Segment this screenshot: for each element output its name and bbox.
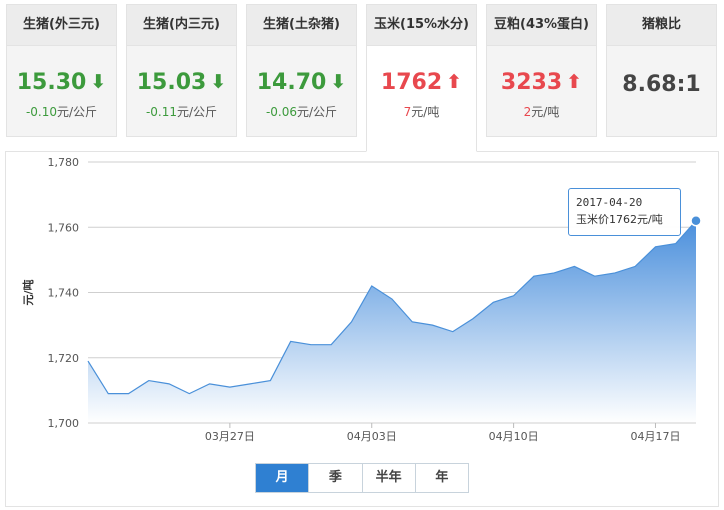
price-card[interactable]: 生猪(内三元) 15.03 ⬇ -0.11元/公斤 — [126, 4, 237, 137]
card-title: 生猪(土杂猪) — [247, 5, 356, 46]
change-unit: 元/公斤 — [297, 105, 338, 119]
x-tick-label: 04月03日 — [347, 430, 397, 443]
card-title: 生猪(内三元) — [127, 5, 236, 46]
arrow-down-icon: ⬇ — [330, 71, 347, 93]
card-change: -0.10元/公斤 — [7, 103, 116, 120]
card-price: 14.70 — [256, 70, 327, 95]
price-card[interactable]: 生猪(土杂猪) 14.70 ⬇ -0.06元/公斤 — [246, 4, 357, 137]
range-tab[interactable]: 年 — [416, 464, 468, 492]
range-tabs: 月季半年年 — [255, 463, 469, 493]
chart-tooltip: 2017-04-20 玉米价1762元/吨 — [568, 188, 681, 236]
card-value-row: 8.68:1 — [607, 72, 716, 97]
card-title: 豆粕(43%蛋白) — [487, 5, 596, 46]
card-title: 玉米(15%水分) — [367, 5, 476, 46]
x-tick-label: 03月27日 — [205, 430, 255, 443]
card-title: 生猪(外三元) — [7, 5, 116, 46]
y-tick-label: 1,740 — [48, 287, 80, 300]
change-unit: 元/公斤 — [177, 105, 218, 119]
range-tab[interactable]: 半年 — [363, 464, 416, 492]
card-change: -0.11元/公斤 — [127, 103, 236, 120]
price-card[interactable]: 豆粕(43%蛋白) 3233 ⬆ 2元/吨 — [486, 4, 597, 137]
card-change: 7元/吨 — [367, 103, 476, 120]
price-card[interactable]: 猪粮比 8.68:1 — [606, 4, 717, 137]
y-tick-label: 1,700 — [48, 417, 80, 430]
card-price: 15.03 — [136, 70, 207, 95]
card-price: 3233 — [500, 70, 563, 95]
card-change: -0.06元/公斤 — [247, 103, 356, 120]
card-value-row: 3233 ⬆ — [487, 70, 596, 95]
change-unit: 元/吨 — [531, 105, 560, 119]
card-value-row: 14.70 ⬇ — [247, 70, 356, 95]
range-tab[interactable]: 月 — [256, 464, 310, 492]
card-price: 15.30 — [16, 70, 87, 95]
arrow-down-icon: ⬇ — [90, 71, 107, 93]
card-price: 8.68:1 — [622, 72, 701, 97]
series-area — [88, 220, 696, 423]
y-tick-label: 1,720 — [48, 352, 80, 365]
tooltip-text: 玉米价1762元/吨 — [576, 213, 663, 226]
price-card[interactable]: 生猪(外三元) 15.30 ⬇ -0.10元/公斤 — [6, 4, 117, 137]
card-value-row: 15.30 ⬇ — [7, 70, 116, 95]
y-tick-label: 1,780 — [48, 156, 80, 169]
arrow-down-icon: ⬇ — [210, 71, 227, 93]
card-price: 1762 — [380, 70, 443, 95]
range-tab[interactable]: 季 — [309, 464, 363, 492]
card-value-row: 15.03 ⬇ — [127, 70, 236, 95]
y-tick-label: 1,760 — [48, 221, 80, 234]
arrow-up-icon: ⬆ — [566, 71, 583, 93]
tooltip-date: 2017-04-20 — [576, 196, 643, 209]
card-value-row: 1762 ⬆ — [367, 70, 476, 95]
change-value: -0.11 — [145, 105, 177, 119]
change-unit: 元/吨 — [411, 105, 440, 119]
highlight-point — [690, 214, 702, 227]
x-tick-label: 04月10日 — [489, 430, 539, 443]
arrow-up-icon: ⬆ — [446, 71, 463, 93]
card-change: 2元/吨 — [487, 103, 596, 120]
change-value: -0.10 — [25, 105, 57, 119]
card-title: 猪粮比 — [607, 5, 716, 46]
change-unit: 元/公斤 — [57, 105, 98, 119]
x-tick-label: 04月17日 — [630, 430, 680, 443]
price-card[interactable]: 玉米(15%水分) 1762 ⬆ 7元/吨 — [366, 4, 477, 152]
change-value: -0.06 — [265, 105, 297, 119]
y-axis-label: 元/吨 — [21, 279, 35, 305]
